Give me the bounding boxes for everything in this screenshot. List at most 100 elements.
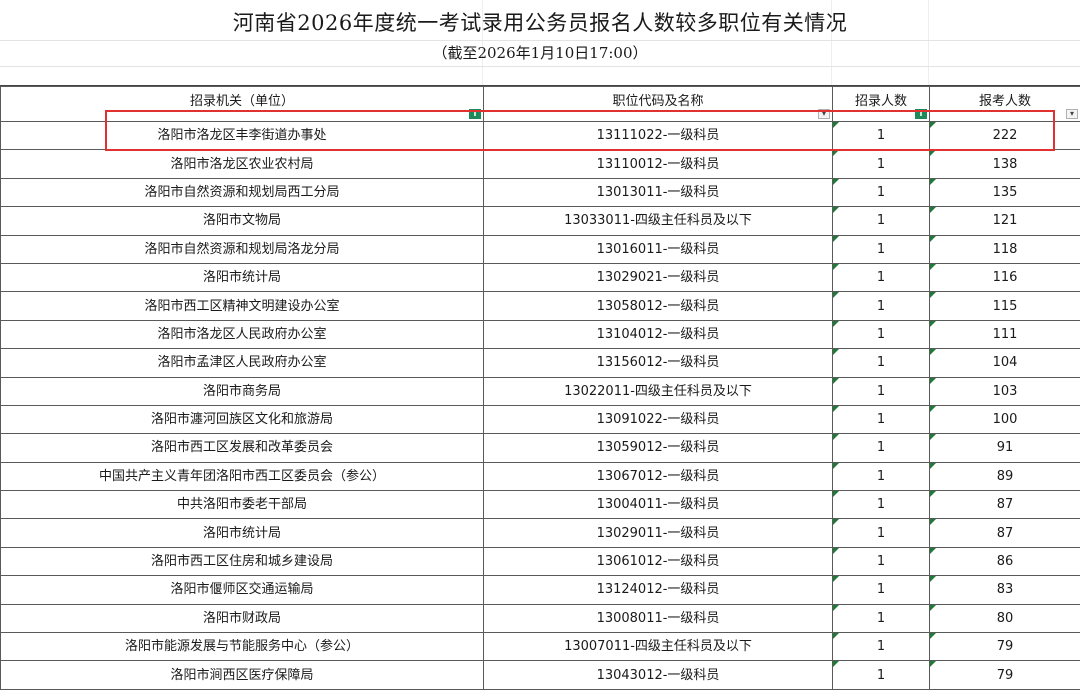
- cell-applicants[interactable]: 115: [930, 292, 1080, 320]
- cell-agency[interactable]: 洛阳市涧西区医疗保障局: [1, 661, 484, 689]
- cell-position[interactable]: 13004011-一级科员: [484, 491, 833, 519]
- cell-position[interactable]: 13029021-一级科员: [484, 263, 833, 291]
- cell-applicants[interactable]: 89: [930, 462, 1080, 490]
- cell-position[interactable]: 13016011-一级科员: [484, 235, 833, 263]
- cell-applicants[interactable]: 86: [930, 547, 1080, 575]
- cell-quota[interactable]: 1: [833, 604, 930, 632]
- cell-quota[interactable]: 1: [833, 122, 930, 150]
- header-cell-position[interactable]: 职位代码及名称 ▾: [484, 87, 833, 122]
- cell-agency[interactable]: 洛阳市文物局: [1, 207, 484, 235]
- cell-position[interactable]: 13043012-一级科员: [484, 661, 833, 689]
- cell-agency[interactable]: 洛阳市洛龙区农业农村局: [1, 150, 484, 178]
- cell-applicants[interactable]: 135: [930, 178, 1080, 206]
- cell-agency[interactable]: 洛阳市孟津区人民政府办公室: [1, 349, 484, 377]
- cell-applicants[interactable]: 118: [930, 235, 1080, 263]
- note-marker-icon: [930, 519, 936, 525]
- cell-agency[interactable]: 洛阳市西工区精神文明建设办公室: [1, 292, 484, 320]
- cell-quota[interactable]: 1: [833, 349, 930, 377]
- cell-applicants[interactable]: 121: [930, 207, 1080, 235]
- cell-position[interactable]: 13033011-四级主任科员及以下: [484, 207, 833, 235]
- cell-applicants[interactable]: 111: [930, 320, 1080, 348]
- cell-position[interactable]: 13124012-一级科员: [484, 576, 833, 604]
- cell-applicants[interactable]: 222: [930, 122, 1080, 150]
- cell-position[interactable]: 13091022-一级科员: [484, 405, 833, 433]
- cell-applicants[interactable]: 80: [930, 604, 1080, 632]
- note-marker-icon: [930, 605, 936, 611]
- cell-agency[interactable]: 中国共产主义青年团洛阳市西工区委员会（参公）: [1, 462, 484, 490]
- cell-agency[interactable]: 洛阳市偃师区交通运输局: [1, 576, 484, 604]
- cell-quota-text: 1: [833, 491, 929, 518]
- cell-position[interactable]: 13110012-一级科员: [484, 150, 833, 178]
- cell-quota-text: 1: [833, 349, 929, 376]
- filter-active-icon[interactable]: T: [915, 109, 927, 119]
- table-row: 洛阳市商务局13022011-四级主任科员及以下1103: [1, 377, 1080, 405]
- cell-applicants[interactable]: 87: [930, 519, 1080, 547]
- cell-position[interactable]: 13058012-一级科员: [484, 292, 833, 320]
- cell-position[interactable]: 13013011-一级科员: [484, 178, 833, 206]
- cell-quota[interactable]: 1: [833, 377, 930, 405]
- cell-applicants[interactable]: 91: [930, 434, 1080, 462]
- cell-agency[interactable]: 洛阳市洛龙区丰李街道办事处: [1, 122, 484, 150]
- cell-applicants[interactable]: 79: [930, 661, 1080, 689]
- cell-quota[interactable]: 1: [833, 547, 930, 575]
- filter-active-icon[interactable]: T: [469, 109, 481, 119]
- dropdown-arrow-icon[interactable]: ▾: [818, 109, 830, 119]
- cell-position[interactable]: 13029011-一级科员: [484, 519, 833, 547]
- cell-agency[interactable]: 中共洛阳市委老干部局: [1, 491, 484, 519]
- cell-applicants-text: 121: [930, 207, 1080, 234]
- cell-quota[interactable]: 1: [833, 661, 930, 689]
- cell-agency[interactable]: 洛阳市统计局: [1, 519, 484, 547]
- header-cell-agency[interactable]: 招录机关（单位） T: [1, 87, 484, 122]
- cell-applicants[interactable]: 87: [930, 491, 1080, 519]
- cell-position[interactable]: 13111022-一级科员: [484, 122, 833, 150]
- cell-quota[interactable]: 1: [833, 519, 930, 547]
- cell-applicants[interactable]: 83: [930, 576, 1080, 604]
- cell-agency[interactable]: 洛阳市财政局: [1, 604, 484, 632]
- cell-position-text: 13061012-一级科员: [484, 548, 832, 575]
- cell-quota[interactable]: 1: [833, 576, 930, 604]
- cell-position[interactable]: 13156012-一级科员: [484, 349, 833, 377]
- cell-applicants-text: 115: [930, 293, 1080, 320]
- cell-quota[interactable]: 1: [833, 320, 930, 348]
- cell-applicants[interactable]: 138: [930, 150, 1080, 178]
- cell-quota[interactable]: 1: [833, 178, 930, 206]
- cell-quota[interactable]: 1: [833, 491, 930, 519]
- cell-applicants[interactable]: 116: [930, 263, 1080, 291]
- header-cell-applicants[interactable]: 报考人数 ▾: [930, 87, 1080, 122]
- header-cell-quota[interactable]: 招录人数 T: [833, 87, 930, 122]
- cell-agency[interactable]: 洛阳市能源发展与节能服务中心（参公）: [1, 633, 484, 661]
- cell-applicants[interactable]: 100: [930, 405, 1080, 433]
- cell-quota[interactable]: 1: [833, 207, 930, 235]
- cell-agency[interactable]: 洛阳市自然资源和规划局西工分局: [1, 178, 484, 206]
- cell-applicants[interactable]: 104: [930, 349, 1080, 377]
- cell-quota-text: 1: [833, 576, 929, 603]
- cell-agency[interactable]: 洛阳市瀍河回族区文化和旅游局: [1, 405, 484, 433]
- cell-quota[interactable]: 1: [833, 633, 930, 661]
- cell-quota[interactable]: 1: [833, 235, 930, 263]
- cell-position[interactable]: 13007011-四级主任科员及以下: [484, 633, 833, 661]
- cell-applicants-text: 103: [930, 378, 1080, 405]
- dropdown-arrow-icon[interactable]: ▾: [1066, 109, 1078, 119]
- table-row: 洛阳市统计局13029011-一级科员187: [1, 519, 1080, 547]
- cell-agency[interactable]: 洛阳市商务局: [1, 377, 484, 405]
- cell-quota[interactable]: 1: [833, 263, 930, 291]
- cell-applicants-text: 87: [930, 491, 1080, 518]
- cell-agency[interactable]: 洛阳市洛龙区人民政府办公室: [1, 320, 484, 348]
- cell-quota[interactable]: 1: [833, 150, 930, 178]
- cell-applicants[interactable]: 103: [930, 377, 1080, 405]
- cell-position[interactable]: 13008011-一级科员: [484, 604, 833, 632]
- cell-position[interactable]: 13022011-四级主任科员及以下: [484, 377, 833, 405]
- cell-agency[interactable]: 洛阳市西工区住房和城乡建设局: [1, 547, 484, 575]
- cell-agency[interactable]: 洛阳市自然资源和规划局洛龙分局: [1, 235, 484, 263]
- cell-agency[interactable]: 洛阳市西工区发展和改革委员会: [1, 434, 484, 462]
- cell-position[interactable]: 13059012-一级科员: [484, 434, 833, 462]
- cell-quota[interactable]: 1: [833, 434, 930, 462]
- cell-position[interactable]: 13061012-一级科员: [484, 547, 833, 575]
- cell-position[interactable]: 13067012-一级科员: [484, 462, 833, 490]
- cell-quota[interactable]: 1: [833, 292, 930, 320]
- cell-agency[interactable]: 洛阳市统计局: [1, 263, 484, 291]
- cell-quota[interactable]: 1: [833, 462, 930, 490]
- cell-applicants[interactable]: 79: [930, 633, 1080, 661]
- cell-quota[interactable]: 1: [833, 405, 930, 433]
- cell-position[interactable]: 13104012-一级科员: [484, 320, 833, 348]
